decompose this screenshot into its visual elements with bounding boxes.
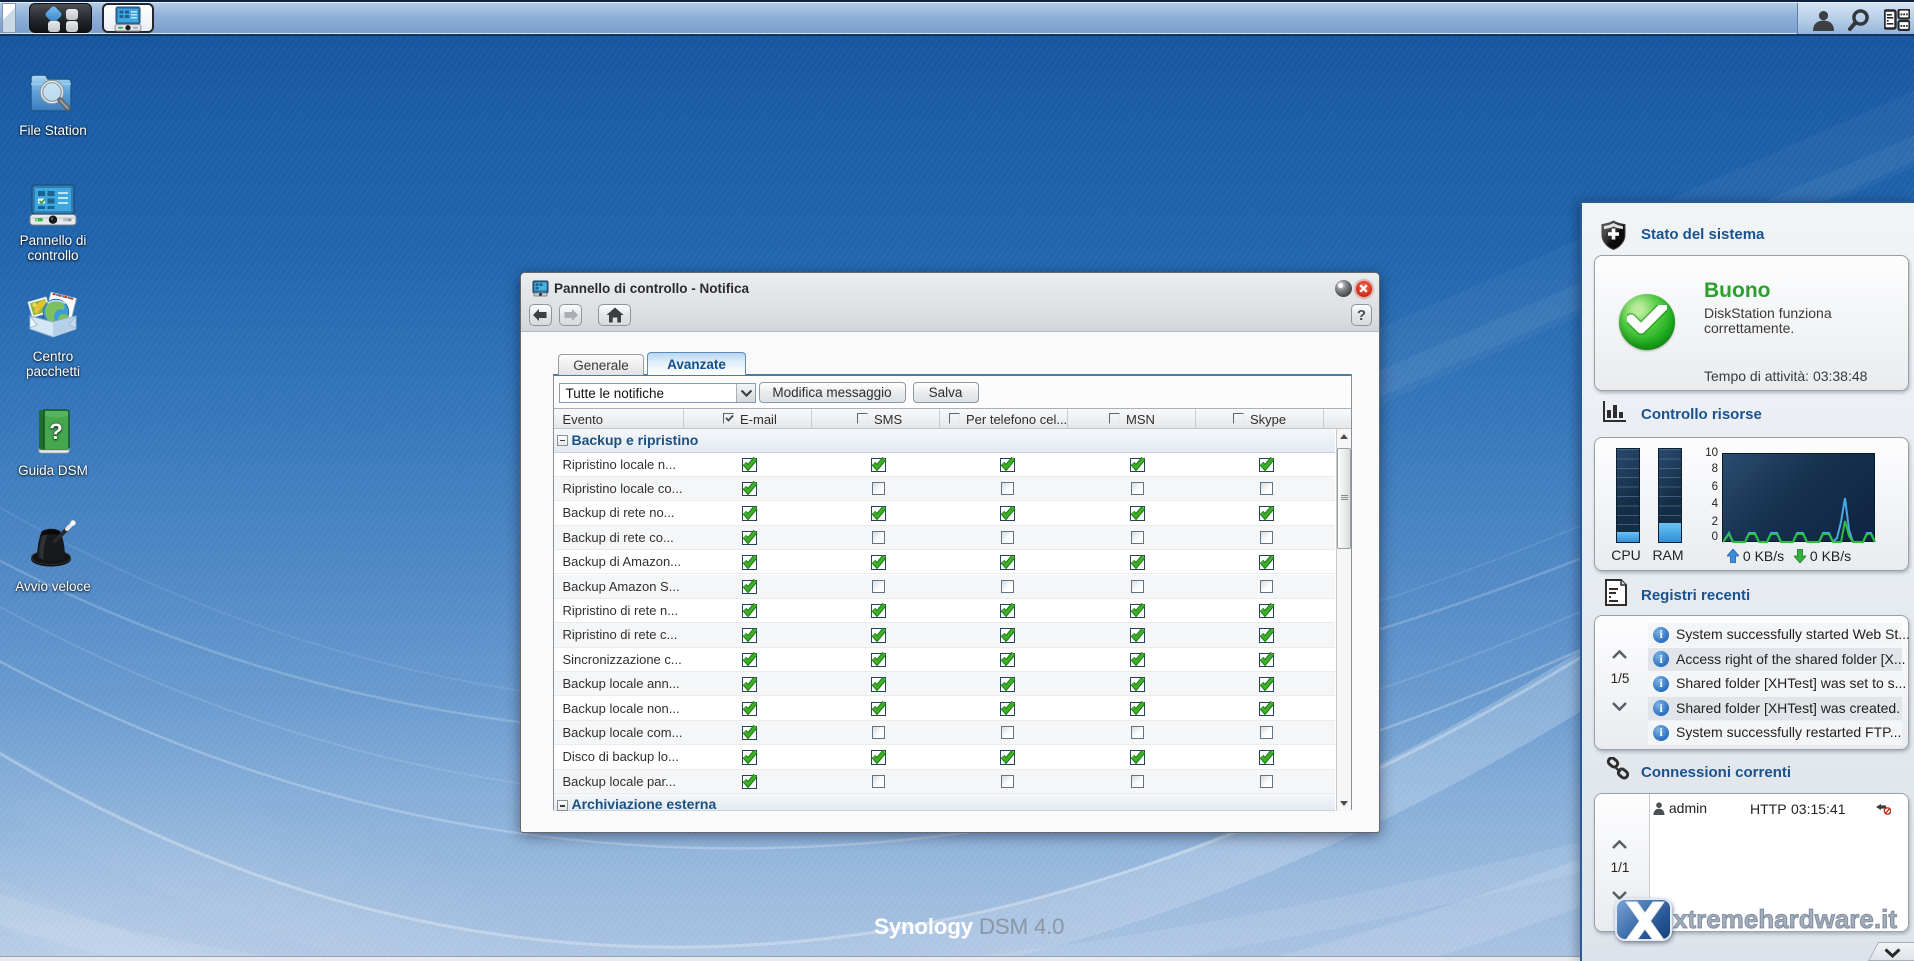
svg-text:?: ? — [49, 419, 62, 444]
